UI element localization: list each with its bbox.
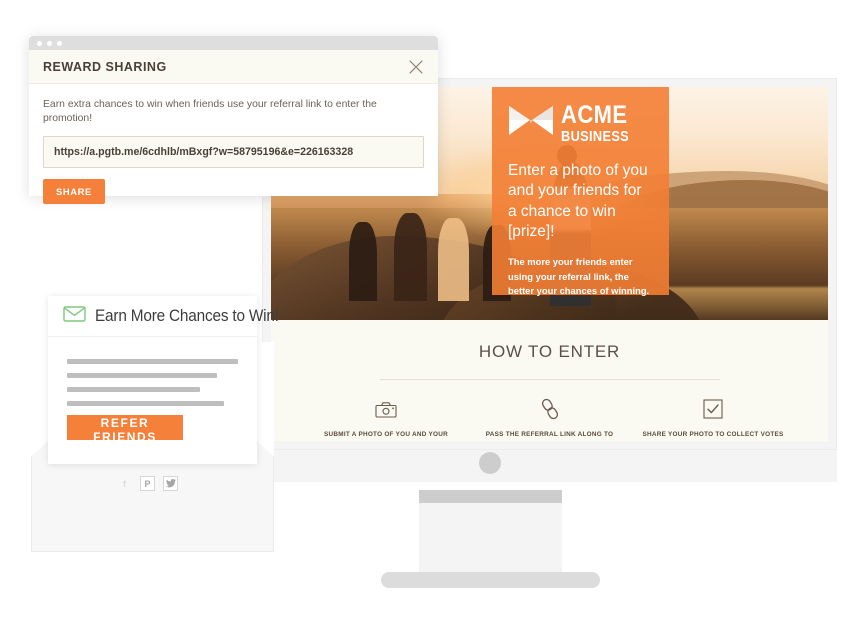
brand-name-primary: ACME	[561, 101, 628, 129]
browser-chrome-bar	[29, 36, 438, 50]
step-item: PASS THE REFERRAL LINK ALONG TO FRIENDS.…	[475, 397, 625, 441]
how-to-enter-title: HOW TO ENTER	[478, 342, 621, 361]
envelope-illustration: f P Earn More Chances to Win! REFER FRIE…	[31, 296, 279, 552]
step-item: SHARE YOUR PHOTO TO COLLECT VOTES	[638, 397, 788, 441]
brand-logo-text: ACME BUSINESS	[561, 103, 638, 145]
camera-icon	[311, 397, 461, 421]
how-to-enter-steps: SUBMIT A PHOTO OF YOU AND YOUR FRIENDS	[271, 380, 828, 441]
step-item: SUBMIT A PHOTO OF YOU AND YOUR FRIENDS	[311, 397, 461, 441]
refer-friends-button[interactable]: REFER FRIENDS	[67, 415, 183, 444]
email-preview-card: Earn More Chances to Win! REFER FRIENDS	[48, 296, 279, 464]
link-chain-icon	[475, 397, 625, 421]
monitor-chin	[262, 450, 837, 482]
brand-name-secondary: BUSINESS	[561, 129, 630, 145]
cta-panel: ACME BUSINESS Enter a photo of you and y…	[492, 87, 669, 296]
how-to-enter-section: HOW TO ENTER SUBMIT A PHOTO OF YOU AND Y…	[271, 320, 828, 441]
referral-link-input[interactable]	[43, 136, 424, 169]
facebook-icon[interactable]: f	[117, 476, 132, 491]
placeholder-line	[67, 401, 225, 406]
close-x-icon[interactable]	[408, 59, 424, 75]
hero-person-silhouette	[438, 217, 469, 302]
twitter-icon[interactable]	[163, 476, 178, 491]
email-card-title: Earn More Chances to Win!	[95, 306, 279, 325]
email-card-header: Earn More Chances to Win!	[48, 296, 279, 337]
hero-person-silhouette	[393, 212, 427, 302]
monitor-power-button[interactable]	[479, 452, 501, 474]
checkbox-check-icon	[638, 397, 788, 421]
cta-headline: Enter a photo of you and your friends fo…	[508, 161, 648, 241]
step-caption: SHARE YOUR PHOTO TO COLLECT VOTES	[642, 431, 784, 438]
placeholder-line	[67, 387, 201, 392]
step-caption: PASS THE REFERRAL LINK ALONG TO FRIENDS.…	[485, 431, 614, 438]
modal-header: REWARD SHARING	[29, 50, 438, 84]
monitor-stand-bar	[419, 490, 562, 503]
social-share-row: f P	[117, 476, 178, 491]
step-caption: SUBMIT A PHOTO OF YOU AND YOUR FRIENDS	[324, 431, 448, 438]
acme-bowtie-logo-icon	[508, 104, 554, 143]
modal-description: Earn extra chances to win when friends u…	[43, 99, 377, 124]
brand-logo: ACME BUSINESS	[508, 103, 653, 145]
pinterest-icon[interactable]: P	[140, 476, 155, 491]
modal-body: Earn extra chances to win when friends u…	[29, 84, 438, 205]
window-dot-minimize[interactable]	[47, 40, 52, 46]
placeholder-line	[67, 359, 238, 364]
hero-person-silhouette	[348, 222, 377, 302]
window-dot-close[interactable]	[37, 40, 42, 46]
monitor-stand-neck	[419, 503, 562, 575]
placeholder-line	[67, 373, 218, 378]
share-button[interactable]: SHARE	[43, 179, 105, 205]
email-body-placeholder	[48, 337, 257, 406]
window-dot-maximize[interactable]	[57, 40, 62, 46]
cta-subtext: The more your friends enter using your r…	[508, 255, 650, 297]
modal-title: REWARD SHARING	[43, 59, 167, 74]
mail-envelope-icon	[63, 305, 86, 327]
monitor-stand-base	[381, 572, 600, 588]
screenshot-stage: ACME BUSINESS Enter a photo of you and y…	[0, 0, 860, 631]
reward-sharing-modal: REWARD SHARING Earn extra chances to win…	[29, 36, 438, 205]
